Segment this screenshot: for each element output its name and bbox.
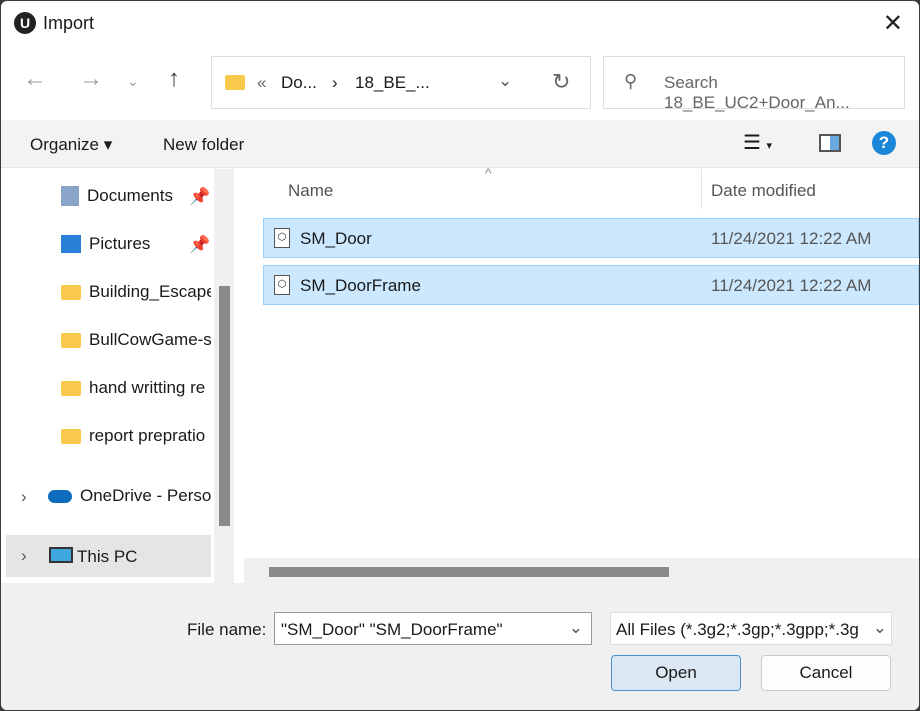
sidebar-item-onedrive[interactable]: OneDrive - Perso xyxy=(48,481,211,511)
file-name-label: File name: xyxy=(187,620,267,639)
recent-chevron-icon[interactable]: ⌄ xyxy=(127,73,139,90)
expand-chevron-icon[interactable]: › xyxy=(21,487,27,507)
pin-icon: 📌 xyxy=(189,187,211,206)
column-header-name[interactable]: Name xyxy=(288,181,333,201)
window-title: Import xyxy=(43,13,95,33)
toolbar: Organize ▾ New folder ☰ ▾ ? xyxy=(1,120,919,168)
horizontal-scroll-thumb[interactable] xyxy=(269,567,669,577)
cancel-button[interactable]: Cancel xyxy=(761,655,891,691)
navigation-pane: Documents 📌 Pictures 📌 Building_Escape B… xyxy=(1,169,241,583)
mesh-file-icon: ⬡ xyxy=(274,275,290,295)
sidebar-scroll-thumb[interactable] xyxy=(219,286,230,526)
chevron-down-icon[interactable]: ⌄ xyxy=(569,618,583,638)
sidebar-item-folder[interactable]: report prepratio xyxy=(61,421,211,451)
sidebar-item-this-pc[interactable]: › This PC xyxy=(6,535,211,577)
open-button[interactable]: Open xyxy=(611,655,741,691)
up-arrow-icon[interactable]: ↑ xyxy=(168,65,180,93)
pc-icon xyxy=(49,547,73,563)
preview-pane-icon[interactable] xyxy=(819,134,841,152)
breadcrumb-segment[interactable]: 18_BE_... xyxy=(355,73,430,93)
documents-icon xyxy=(61,186,79,206)
sidebar-item-folder[interactable]: BullCowGame-s xyxy=(61,325,211,355)
back-arrow-icon[interactable]: ← xyxy=(23,65,47,93)
folder-icon xyxy=(225,75,245,90)
search-icon: ⚲ xyxy=(624,71,638,91)
forward-arrow-icon[interactable]: → xyxy=(79,65,103,93)
sort-arrow-icon: ^ xyxy=(485,165,492,181)
file-row[interactable]: ⬡ SM_Door 11/24/2021 12:22 AM xyxy=(263,218,919,258)
column-header-date[interactable]: Date modified xyxy=(711,181,816,201)
new-folder-button[interactable]: New folder xyxy=(163,135,244,155)
folder-icon xyxy=(61,332,81,348)
file-name-input[interactable]: "SM_Door" "SM_DoorFrame" ⌄ xyxy=(274,612,592,645)
mesh-file-icon: ⬡ xyxy=(274,228,290,248)
search-input[interactable]: ⚲ Search 18_BE_UC2+Door_An... xyxy=(603,56,905,112)
pin-icon: 📌 xyxy=(189,235,211,254)
view-options-icon[interactable]: ☰ ▾ xyxy=(743,130,772,155)
sidebar-item-folder[interactable]: hand writting re xyxy=(61,373,211,403)
sidebar-item-folder[interactable]: Building_Escape xyxy=(61,277,211,307)
import-dialog: U Import ✕ ← → ⌄ ↑ « Do... › 18_BE_... ⌄… xyxy=(1,1,919,710)
folder-icon xyxy=(61,380,81,396)
breadcrumb-segment[interactable]: Do... xyxy=(281,73,317,93)
folder-icon xyxy=(61,284,81,300)
pictures-icon xyxy=(61,235,81,253)
onedrive-icon xyxy=(48,489,72,503)
chevron-down-icon[interactable]: ⌄ xyxy=(498,71,512,91)
refresh-icon[interactable]: ↻ xyxy=(552,69,570,95)
file-row[interactable]: ⬡ SM_DoorFrame 11/24/2021 12:22 AM xyxy=(263,265,919,305)
folder-icon xyxy=(61,428,81,444)
address-bar[interactable]: « Do... › 18_BE_... ⌄ ↻ xyxy=(211,56,591,109)
chevron-down-icon: ⌄ xyxy=(869,618,887,638)
help-icon[interactable]: ? xyxy=(872,131,896,155)
unreal-logo-icon: U xyxy=(14,12,36,34)
close-button[interactable]: ✕ xyxy=(883,9,903,38)
organize-button[interactable]: Organize ▾ xyxy=(30,135,112,155)
file-type-select[interactable]: All Files (*.3g2;*.3gp;*.3gpp;*.3g ⌄ xyxy=(610,612,892,645)
